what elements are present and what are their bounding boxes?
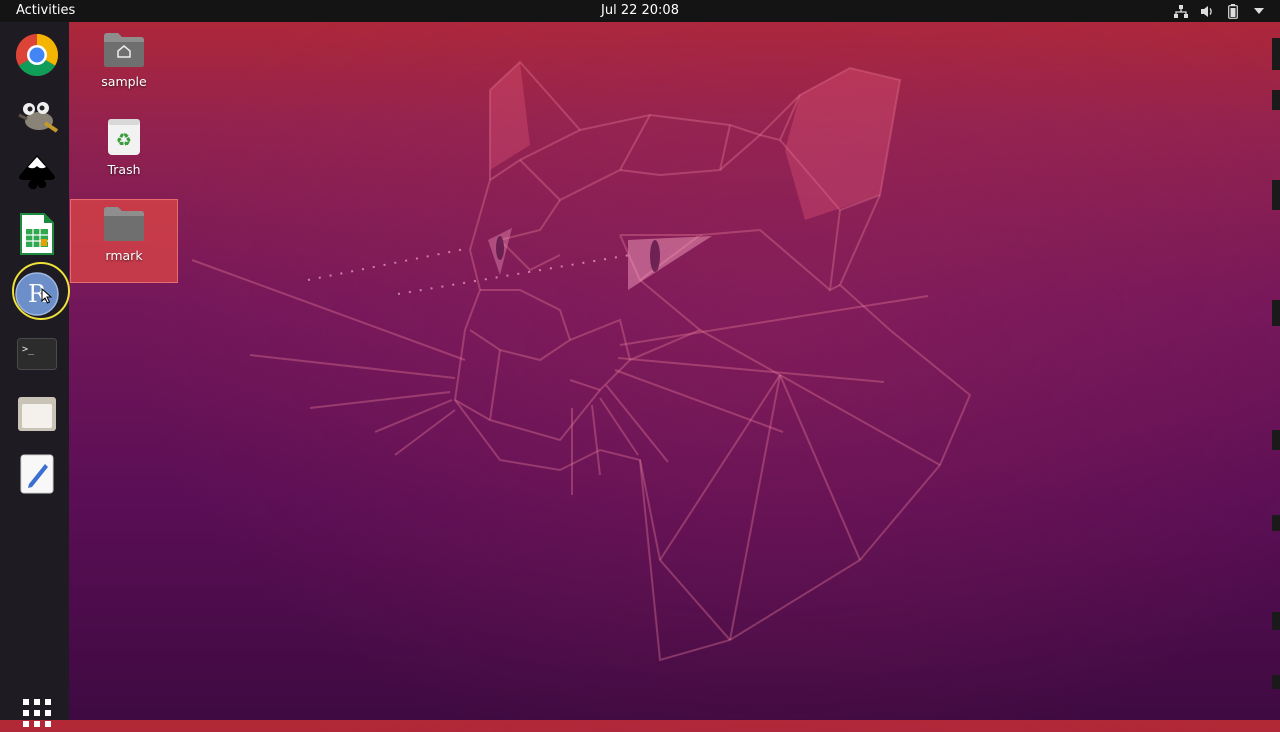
dock-item-terminal[interactable]: >_ [13, 330, 61, 378]
inkscape-icon [16, 153, 58, 195]
terminal-prompt: >_ [22, 344, 35, 355]
files-icon [17, 396, 57, 432]
dock-item-chrome[interactable] [13, 31, 61, 79]
dock-item-gimp[interactable] [13, 91, 61, 139]
clock[interactable]: Jul 22 20:08 [601, 3, 679, 18]
home-folder-icon [104, 33, 144, 67]
screen-artifact [1272, 300, 1280, 326]
system-menu-chevron-icon[interactable] [1252, 4, 1266, 18]
screen-artifact [1272, 90, 1280, 110]
apps-grid-icon[interactable] [22, 698, 52, 728]
desktop-icon-label: sample [101, 74, 147, 89]
chrome-icon [15, 33, 59, 77]
terminal-icon: >_ [17, 338, 57, 370]
dock-item-text-editor[interactable] [13, 450, 61, 498]
desktop-icon-label: rmark [105, 248, 143, 263]
mouse-pointer-icon [41, 288, 53, 304]
volume-icon[interactable] [1200, 4, 1214, 18]
screen-artifact [1272, 675, 1280, 689]
gimp-icon [15, 95, 59, 135]
dock: R >_ [0, 22, 69, 727]
wallpaper-art [191, 60, 972, 662]
dock-item-files[interactable] [13, 390, 61, 438]
battery-icon[interactable] [1226, 3, 1240, 19]
folder-icon [104, 207, 144, 241]
screen-artifact [1272, 430, 1280, 450]
text-editor-icon [20, 454, 54, 494]
desktop-icon-rmark[interactable]: rmark [70, 206, 178, 263]
screen-artifact [1272, 180, 1280, 210]
calc-icon [20, 213, 54, 255]
desktop-icon-sample[interactable]: sample [70, 32, 178, 89]
system-tray[interactable] [1174, 0, 1266, 22]
dock-item-inkscape[interactable] [13, 150, 61, 198]
activities-button[interactable]: Activities [16, 0, 75, 22]
dock-item-libreoffice-calc[interactable] [13, 210, 61, 258]
screen-artifact [1272, 515, 1280, 531]
top-bar: Jul 22 20:08 Activities [0, 0, 1280, 22]
trash-icon: ♻ [108, 119, 140, 155]
desktop-icon-trash[interactable]: ♻ Trash [70, 118, 178, 177]
clock-container: Jul 22 20:08 [0, 0, 1280, 22]
svg-text:♻: ♻ [116, 130, 132, 151]
screen-artifact [1272, 612, 1280, 630]
screen-artifact [1272, 38, 1280, 70]
desktop-icon-label: Trash [107, 162, 141, 177]
network-icon[interactable] [1174, 4, 1188, 18]
